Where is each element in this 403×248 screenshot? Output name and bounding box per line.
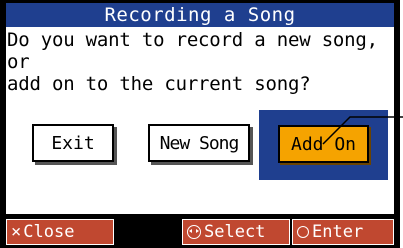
add-on-button[interactable]: Add On: [278, 125, 369, 163]
exit-button-label: Exit: [51, 132, 95, 154]
exit-button[interactable]: Exit: [32, 124, 114, 162]
enter-softkey-label: Enter: [312, 222, 364, 242]
select-softkey-label: Select: [204, 222, 266, 242]
x-mark-icon: ×: [11, 222, 22, 242]
enter-softkey[interactable]: Enter: [292, 219, 394, 245]
select-dial-icon: [187, 225, 201, 239]
close-softkey-label: Close: [23, 222, 75, 242]
circle-icon: [297, 226, 309, 238]
select-softkey[interactable]: Select: [182, 219, 290, 245]
new-song-button[interactable]: New Song: [148, 124, 250, 162]
add-on-button-label: Add On: [290, 133, 357, 155]
close-softkey[interactable]: × Close: [6, 219, 114, 245]
new-song-button-label: New Song: [159, 132, 240, 154]
dialog-title: Recording a Song: [6, 3, 394, 27]
display-screen: Recording a Song Do you want to record a…: [0, 0, 400, 248]
dialog-prompt: Do you want to record a new song, or add…: [7, 29, 378, 95]
